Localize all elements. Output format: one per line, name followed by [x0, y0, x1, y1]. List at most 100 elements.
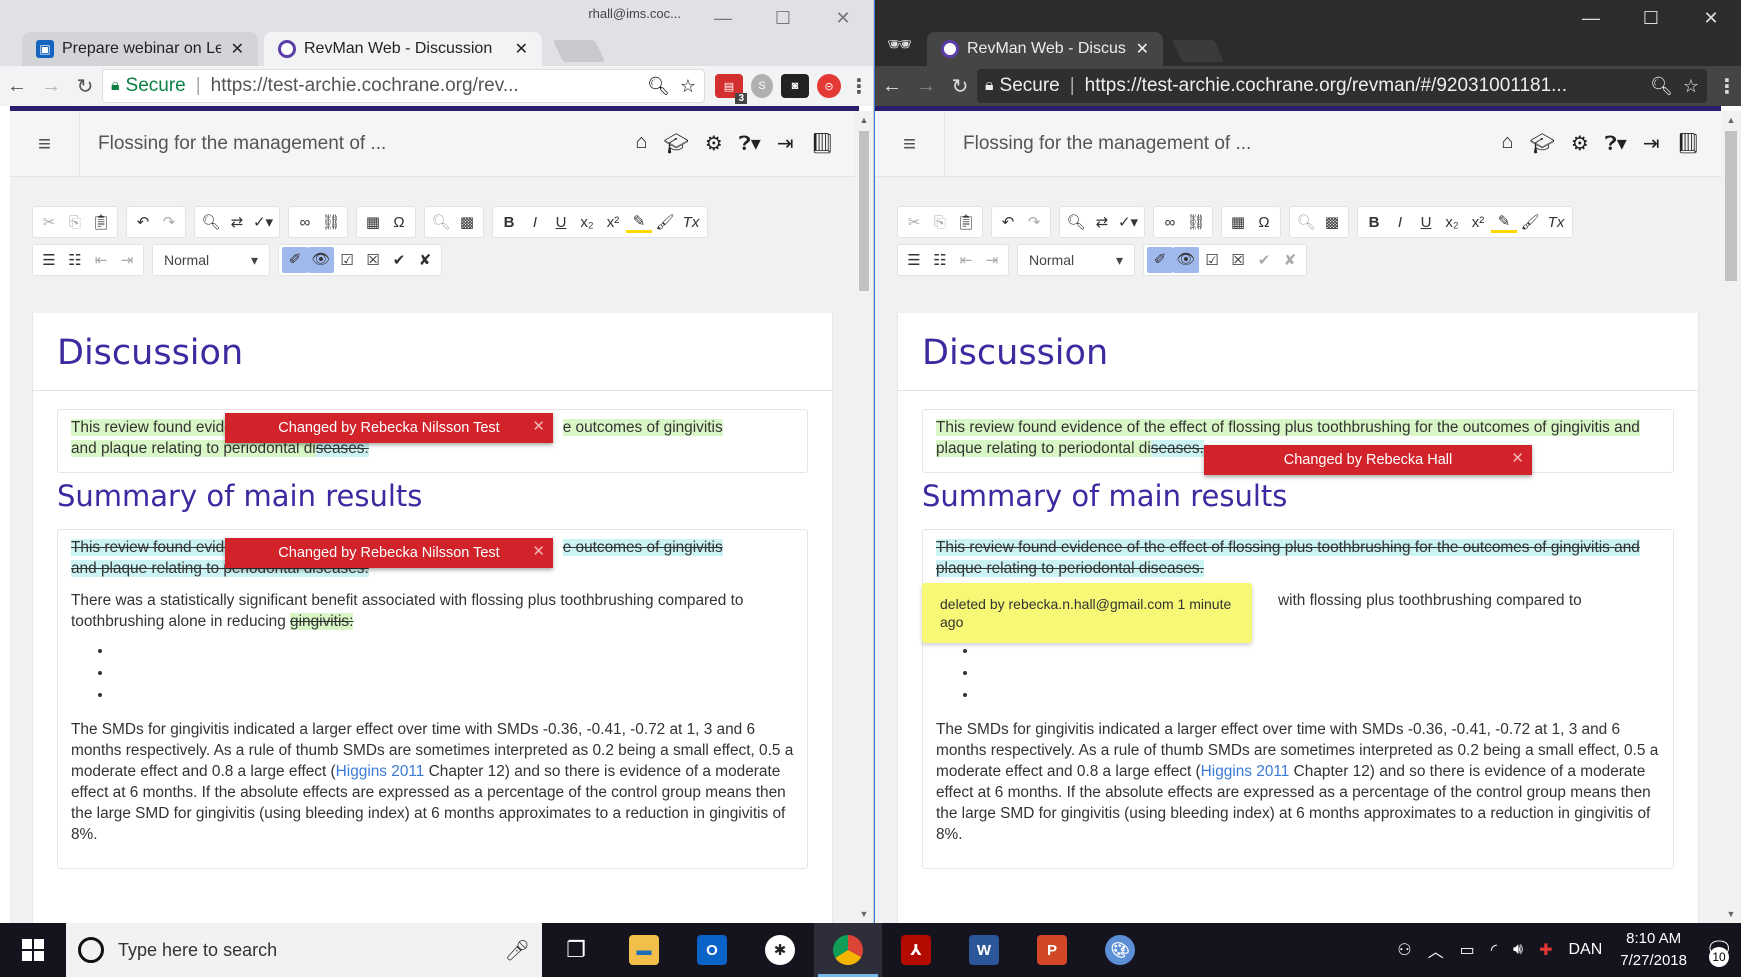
- gear-icon[interactable]: ⚙: [1571, 131, 1589, 156]
- chrome-menu-icon[interactable]: ⋮: [1713, 74, 1741, 99]
- gift-icon[interactable]: ✚: [1539, 940, 1552, 960]
- zoom-icon[interactable]: 🔍︎: [1650, 76, 1673, 97]
- graduation-cap-icon[interactable]: 🎓︎: [663, 131, 688, 156]
- list-item[interactable]: [113, 640, 794, 662]
- wifi-icon[interactable]: ◜: [1491, 940, 1497, 960]
- start-button[interactable]: [0, 923, 66, 977]
- italic-icon[interactable]: I: [1387, 214, 1413, 231]
- spellcheck-icon[interactable]: ✓▾: [250, 213, 276, 231]
- undo-icon[interactable]: ↶: [995, 213, 1021, 231]
- italic-icon[interactable]: I: [522, 214, 548, 231]
- bullet-list-icon[interactable]: ☷: [927, 251, 953, 269]
- book-icon[interactable]: 📕︎: [1676, 131, 1701, 156]
- language-indicator[interactable]: DAN: [1568, 941, 1602, 959]
- hamburger-menu-icon[interactable]: ≡: [875, 111, 945, 177]
- reject-all-icon[interactable]: ✘: [1277, 251, 1303, 269]
- new-tab-button[interactable]: [552, 40, 606, 62]
- close-tab-icon[interactable]: ✕: [515, 39, 528, 59]
- scrollbar-thumb[interactable]: [1725, 131, 1737, 281]
- show-changes-icon[interactable]: 👁︎: [1173, 247, 1199, 273]
- replace-icon[interactable]: ⇄: [1089, 213, 1115, 231]
- underline-icon[interactable]: U: [548, 214, 574, 231]
- sign-out-icon[interactable]: ⇥: [1643, 131, 1660, 156]
- bookmark-star-icon[interactable]: ☆: [680, 76, 696, 97]
- acrobat-icon[interactable]: ⅄: [882, 923, 950, 977]
- replace-icon[interactable]: ⇄: [224, 213, 250, 231]
- chrome-menu-icon[interactable]: ⋮: [845, 74, 873, 99]
- link-icon[interactable]: ∞: [292, 214, 318, 231]
- slack-icon[interactable]: ✱: [746, 923, 814, 977]
- close-icon[interactable]: ✕: [532, 542, 545, 560]
- subscript-icon[interactable]: x₂: [574, 214, 600, 231]
- highlight-icon[interactable]: ✎: [1491, 212, 1517, 233]
- list-item[interactable]: [113, 684, 794, 706]
- gear-icon[interactable]: ⚙: [705, 131, 723, 156]
- citation-link[interactable]: Higgins 2011: [1201, 763, 1290, 780]
- search-icon[interactable]: 🔍︎: [428, 213, 454, 231]
- copy-icon[interactable]: ⎘: [927, 214, 953, 231]
- paragraph-format-select[interactable]: Normal ▾: [1017, 244, 1135, 276]
- citation-link[interactable]: Higgins 2011: [336, 763, 425, 780]
- paint-icon[interactable]: 🎨︎: [1086, 923, 1154, 977]
- page-scrollbar[interactable]: ▲ ▼: [1721, 111, 1741, 923]
- forward-icon[interactable]: →: [909, 75, 943, 98]
- unlink-icon[interactable]: ⛓: [1183, 213, 1209, 231]
- cut-icon[interactable]: ✂: [901, 213, 927, 231]
- address-bar[interactable]: 🔒︎ Secure | https://test-archie.cochrane…: [102, 69, 705, 103]
- find-icon[interactable]: 🔍︎: [1063, 213, 1089, 231]
- help-icon[interactable]: ❓︎▾: [1605, 131, 1627, 156]
- home-icon[interactable]: ⌂: [1501, 131, 1513, 156]
- profile-email[interactable]: rhall@ims.coc...: [588, 6, 681, 21]
- summary-paragraphs[interactable]: This review found evide e outcomes of gin…: [57, 529, 808, 869]
- close-window-button[interactable]: ✕: [1681, 8, 1741, 29]
- maximize-button[interactable]: ☐: [753, 8, 813, 29]
- word-icon[interactable]: W: [950, 923, 1018, 977]
- scroll-up-icon[interactable]: ▲: [1721, 115, 1741, 125]
- help-icon[interactable]: ❓︎▾: [739, 131, 761, 156]
- todoist-extension-icon[interactable]: ▤ 3: [715, 74, 747, 104]
- close-tab-icon[interactable]: ✕: [1136, 39, 1149, 59]
- reject-change-icon[interactable]: ☒: [360, 251, 386, 269]
- tab-trello[interactable]: ▣ Prepare webinar on Let's ✕: [22, 32, 258, 66]
- back-icon[interactable]: ←: [0, 75, 34, 98]
- address-bar[interactable]: 🔒︎ Secure | https://test-archie.cochrane…: [977, 69, 1707, 103]
- skype-extension-icon[interactable]: S: [751, 74, 773, 98]
- forward-icon[interactable]: →: [34, 75, 68, 98]
- special-char-icon[interactable]: Ω: [386, 214, 412, 231]
- list-item[interactable]: [113, 662, 794, 684]
- graduation-cap-icon[interactable]: 🎓︎: [1529, 131, 1554, 156]
- minimize-button[interactable]: —: [1561, 8, 1621, 29]
- outdent-icon[interactable]: ⇤: [953, 251, 979, 269]
- reload-icon[interactable]: ↻: [68, 74, 102, 99]
- accept-all-icon[interactable]: ✔: [386, 251, 412, 269]
- reload-icon[interactable]: ↻: [943, 74, 977, 99]
- zoom-icon[interactable]: 🔍︎: [647, 76, 670, 97]
- scroll-up-icon[interactable]: ▲: [855, 115, 873, 125]
- close-icon[interactable]: ✕: [532, 417, 545, 435]
- tab-revman[interactable]: RevMan Web - Discussion ✕: [264, 32, 542, 66]
- paste-icon[interactable]: 📋︎: [953, 213, 979, 231]
- bold-icon[interactable]: B: [1361, 214, 1387, 231]
- action-center-icon[interactable]: 🗨︎10: [1697, 923, 1741, 977]
- paragraph-format-select[interactable]: Normal ▾: [152, 244, 270, 276]
- book-icon[interactable]: 📕︎: [810, 131, 835, 156]
- subscript-icon[interactable]: x₂: [1439, 214, 1465, 231]
- file-explorer-icon[interactable]: ▬: [610, 923, 678, 977]
- superscript-icon[interactable]: x²: [600, 214, 626, 231]
- scrollbar-thumb[interactable]: [859, 131, 869, 291]
- task-view-icon[interactable]: ❐: [542, 923, 610, 977]
- cut-icon[interactable]: ✂: [36, 213, 62, 231]
- scroll-down-icon[interactable]: ▼: [1721, 909, 1741, 919]
- unlink-icon[interactable]: ⛓: [318, 213, 344, 231]
- link-icon[interactable]: ∞: [1157, 214, 1183, 231]
- list-item[interactable]: [978, 684, 1660, 706]
- find-icon[interactable]: 🔍︎: [198, 213, 224, 231]
- redo-icon[interactable]: ↷: [156, 213, 182, 231]
- close-window-button[interactable]: ✕: [813, 8, 873, 29]
- show-changes-icon[interactable]: 👁︎: [308, 247, 334, 273]
- minimize-button[interactable]: —: [693, 8, 753, 29]
- calculator-icon[interactable]: ▩: [454, 213, 480, 231]
- redo-icon[interactable]: ↷: [1021, 213, 1047, 231]
- superscript-icon[interactable]: x²: [1465, 214, 1491, 231]
- clear-format-icon[interactable]: Tx: [1543, 214, 1569, 231]
